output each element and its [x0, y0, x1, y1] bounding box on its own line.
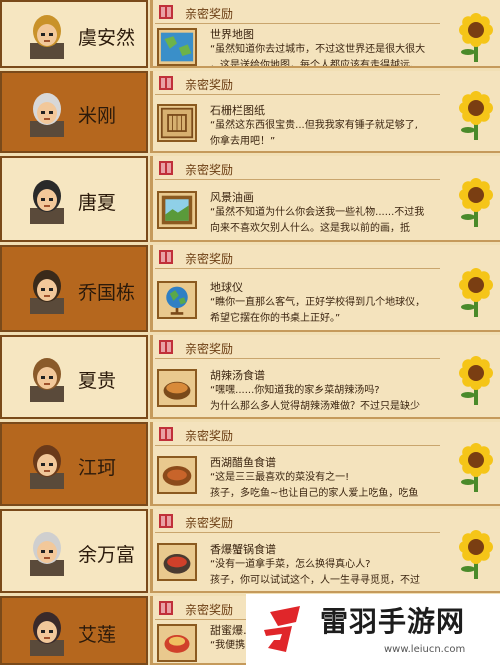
reward-title: 亲密奖励: [185, 429, 234, 443]
item-name: 世界地图: [210, 28, 254, 41]
gift-icon: [159, 76, 173, 90]
reward-panel: 亲密奖励世界地图 “虽然知道你去过城市，不过这世界还是很大很大 ，这是送给你地图，…: [150, 0, 500, 68]
item-description: “没有一道拿手菜，怎么换得真心人? 孩子，你可以试试这个，人一生寻寻觅觅，不过: [210, 559, 420, 586]
map-icon: [157, 28, 197, 66]
gift-icon: [159, 601, 173, 615]
reward-panel: 亲密奖励风景油画 “虽然不知道为什么你会送我一些礼物......不过我 向来不喜欢…: [150, 156, 500, 242]
item-description: “瞧你一直那么客气，正好学校得到几个地球仪， 希望它摆在你的书桌上正好。”: [210, 297, 426, 324]
reward-panel: 亲密奖励地球仪 “瞧你一直那么客气，正好学校得到几个地球仪， 希望它摆在你的书桌上…: [150, 245, 500, 332]
character-name: 唐夏: [78, 192, 117, 214]
reward-title: 亲密奖励: [185, 342, 234, 356]
reward-banner: 亲密奖励: [155, 511, 440, 533]
sunflower-icon: [458, 12, 494, 62]
reward-panel: 亲密奖励香爆蟹锅食谱 “没有一道拿手菜，怎么换得真心人? 孩子，你可以试试这个，人…: [150, 509, 500, 593]
fish-icon: [157, 456, 197, 494]
item-description: “虽然知道你去过城市，不过这世界还是很大很大 ，这是送给你地图，每个人都应该有走…: [210, 44, 426, 68]
painting-icon: [157, 191, 197, 229]
character-panel[interactable]: 艾莲: [0, 596, 148, 665]
character-panel[interactable]: 余万富: [0, 509, 148, 593]
character-portrait: [22, 526, 72, 576]
crab-pot-icon: [157, 543, 197, 581]
reward-row: 余万富 亲密奖励香爆蟹锅食谱 “没有一道拿手菜，怎么换得真心人? 孩子，你可以试试这…: [0, 509, 500, 593]
sunflower-icon: [458, 267, 494, 317]
reward-title: 亲密奖励: [185, 7, 234, 21]
reward-row: 唐夏 亲密奖励风景油画 “虽然不知道为什么你会送我一些礼物......不过我 向来不…: [0, 156, 500, 242]
reward-title: 亲密奖励: [185, 516, 234, 530]
reward-title: 亲密奖励: [185, 252, 234, 266]
sunflower-icon: [458, 442, 494, 492]
sunflower-icon: [458, 90, 494, 140]
reward-banner: 亲密奖励: [155, 337, 440, 359]
item-name: 西湖醋鱼食谱: [210, 456, 276, 469]
character-name: 虞安然: [78, 27, 136, 49]
reward-panel: 亲密奖励胡辣汤食谱 “嘿嘿......你知道我的家乡菜胡辣汤吗? 为什么那么多人觉…: [150, 335, 500, 419]
character-panel[interactable]: 江珂: [0, 422, 148, 506]
gift-icon: [159, 514, 173, 528]
character-portrait: [22, 439, 72, 489]
character-name: 乔国栋: [78, 282, 136, 304]
character-name: 余万富: [78, 544, 136, 566]
sunflower-icon: [458, 355, 494, 405]
reward-banner: 亲密奖励: [155, 158, 440, 180]
gift-icon: [159, 250, 173, 264]
reward-title: 亲密奖励: [185, 603, 234, 617]
item-name: 风景油画: [210, 191, 254, 204]
reward-banner: 亲密奖励: [155, 424, 440, 446]
reward-title: 亲密奖励: [185, 163, 234, 177]
sunflower-icon: [458, 177, 494, 227]
reward-row: 米刚 亲密奖励石栅栏图纸 “虽然这东西很宝贵...但我我家有锤子就足够了, 你拿去用…: [0, 71, 500, 153]
item-description: “虽然这东西很宝贵...但我我家有锤子就足够了, 你拿去用吧！”: [210, 120, 418, 147]
reward-banner: 亲密奖励: [155, 2, 440, 24]
reward-row: 夏贵 亲密奖励胡辣汤食谱 “嘿嘿......你知道我的家乡菜胡辣汤吗? 为什么那么多…: [0, 335, 500, 419]
reward-panel: 亲密奖励西湖醋鱼食谱 “这是三三最喜欢的菜没有之一! 孩子，多吃鱼~也让自己的家人…: [150, 422, 500, 506]
reward-row: 虞安然 亲密奖励世界地图 “虽然知道你去过城市，不过这世界还是很大很大 ，这是送给你…: [0, 0, 500, 68]
character-panel[interactable]: 唐夏: [0, 156, 148, 242]
item-description: “虽然不知道为什么你会送我一些礼物......不过我 向来不喜欢欠别人什么。这是…: [210, 207, 425, 234]
dessert-icon: [157, 624, 197, 662]
character-portrait: [22, 174, 72, 224]
gift-icon: [159, 340, 173, 354]
item-name: 地球仪: [210, 281, 243, 294]
blueprint-icon: [157, 104, 197, 142]
character-portrait: [22, 606, 72, 656]
sunflower-icon: [458, 529, 494, 579]
character-name: 夏贵: [78, 370, 117, 392]
gift-icon: [159, 161, 173, 175]
item-name: 胡辣汤食谱: [210, 369, 265, 382]
watermark-url: www.leiucn.com: [384, 644, 466, 655]
gift-icon: [159, 5, 173, 19]
watermark-text: 雷羽手游网: [320, 605, 466, 638]
reward-row: 江珂 亲密奖励西湖醋鱼食谱 “这是三三最喜欢的菜没有之一! 孩子，多吃鱼~也让自己的…: [0, 422, 500, 506]
item-name: 香爆蟹锅食谱: [210, 543, 276, 556]
watermark: 雷羽手游网 www.leiucn.com: [246, 594, 500, 665]
character-panel[interactable]: 乔国栋: [0, 245, 148, 332]
reward-row: 乔国栋 亲密奖励地球仪 “瞧你一直那么客气，正好学校得到几个地球仪， 希望它摆在你的…: [0, 245, 500, 332]
reward-title: 亲密奖励: [185, 78, 234, 92]
reward-banner: 亲密奖励: [155, 73, 440, 95]
reward-panel: 亲密奖励石栅栏图纸 “虽然这东西很宝贵...但我我家有锤子就足够了, 你拿去用吧！…: [150, 71, 500, 153]
character-portrait: [22, 87, 72, 137]
globe-icon: [157, 281, 197, 319]
item-description: “这是三三最喜欢的菜没有之一! 孩子，多吃鱼~也让自己的家人爱上吃鱼，吃鱼: [210, 472, 419, 499]
character-portrait: [22, 352, 72, 402]
character-panel[interactable]: 米刚: [0, 71, 148, 153]
character-name: 米刚: [78, 105, 117, 127]
character-panel[interactable]: 虞安然: [0, 0, 148, 68]
soup-icon: [157, 369, 197, 407]
character-portrait: [22, 264, 72, 314]
item-name: 石栅栏图纸: [210, 104, 265, 117]
item-description: “嘿嘿......你知道我的家乡菜胡辣汤吗? 为什么那么多人觉得胡辣汤难做？不过…: [210, 385, 420, 412]
character-panel[interactable]: 夏贵: [0, 335, 148, 419]
character-portrait: [22, 9, 72, 59]
reward-banner: 亲密奖励: [155, 247, 440, 269]
character-name: 艾莲: [78, 624, 117, 646]
leiyu-logo-icon: [264, 606, 300, 652]
gift-icon: [159, 427, 173, 441]
character-name: 江珂: [78, 457, 117, 479]
